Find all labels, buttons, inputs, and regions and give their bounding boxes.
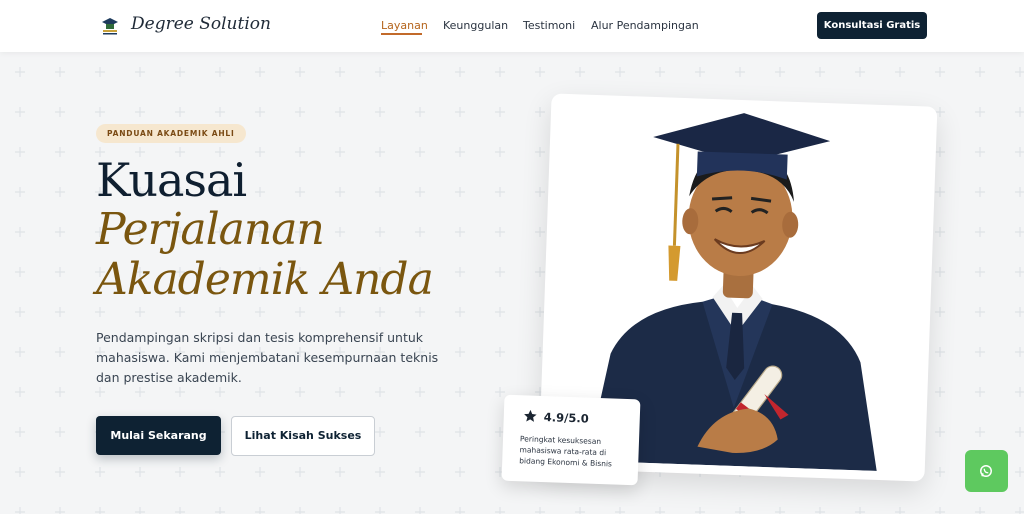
star-icon <box>524 409 537 422</box>
consultation-button[interactable]: Konsultasi Gratis <box>817 12 927 39</box>
eyebrow-badge: PANDUAN AKADEMIK AHLI <box>96 124 246 143</box>
site-header: Degree Solution Layanan Keunggulan Testi… <box>0 0 1024 52</box>
whatsapp-icon <box>980 465 992 477</box>
nav-item-keunggulan[interactable]: Keunggulan <box>443 19 508 32</box>
nav-item-alur-pendampingan[interactable]: Alur Pendampingan <box>591 19 699 32</box>
success-stories-button[interactable]: Lihat Kisah Sukses <box>231 416 375 456</box>
start-now-button[interactable]: Mulai Sekarang <box>96 416 221 455</box>
rating-card: 4.9/5.0 Peringkat kesuksesan mahasiswa r… <box>501 394 641 486</box>
hero-title-line-3: Akademik Anda <box>96 254 434 305</box>
hero-title-line-2: Perjalanan <box>96 204 325 255</box>
whatsapp-button[interactable] <box>965 450 1008 492</box>
hero-description: Pendampingan skripsi dan tesis komprehen… <box>96 330 439 385</box>
active-nav-indicator <box>381 33 422 35</box>
rating-value: 4.9/5.0 <box>543 410 589 426</box>
nav-item-layanan[interactable]: Layanan <box>381 19 428 32</box>
hero-title-line-1: Kuasai <box>96 153 247 207</box>
rating-description: Peringkat kesuksesan mahasiswa rata-rata… <box>519 434 613 469</box>
nav-item-testimoni[interactable]: Testimoni <box>523 19 575 32</box>
